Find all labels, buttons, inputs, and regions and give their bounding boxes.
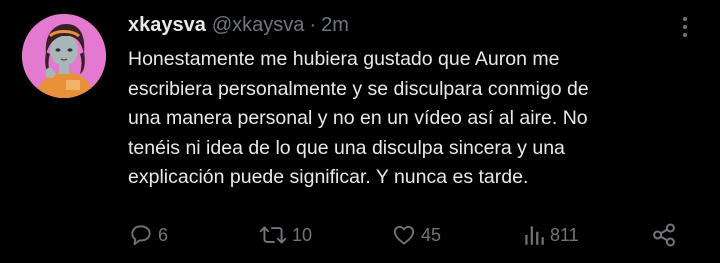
avatar-illustration bbox=[22, 14, 106, 98]
tweet-header: xkaysva @xkaysva · 2m bbox=[128, 12, 688, 38]
more-icon[interactable] bbox=[677, 14, 693, 40]
tweet-text: Honestamente me hubiera gustado que Auro… bbox=[128, 45, 688, 193]
reply-icon bbox=[131, 225, 151, 246]
display-name[interactable]: xkaysva bbox=[128, 12, 206, 38]
tweet-content: xkaysva @xkaysva · 2m Honestamente me hu… bbox=[128, 12, 688, 193]
retweet-count: 10 bbox=[292, 224, 313, 245]
tweet-text-line: tenéis ni idea de lo que una disculpa si… bbox=[128, 136, 565, 159]
user-handle[interactable]: @xkaysva bbox=[212, 12, 305, 38]
reply-count: 6 bbox=[158, 224, 169, 245]
like-count: 45 bbox=[421, 224, 442, 245]
tweet-text-line: explicación puede significar. Y nunca es… bbox=[128, 166, 529, 189]
header-separator: · bbox=[309, 14, 317, 36]
avatar[interactable] bbox=[22, 14, 106, 98]
share-button[interactable] bbox=[650, 218, 678, 252]
tweet[interactable]: xkaysva @xkaysva · 2m Honestamente me hu… bbox=[0, 0, 720, 263]
tweet-text-line: Honestamente me hubiera gustado que Auro… bbox=[128, 48, 560, 70]
more-dot bbox=[683, 25, 687, 29]
retweet-icon bbox=[259, 226, 287, 244]
views-count: 811 bbox=[550, 224, 579, 245]
timestamp[interactable]: 2m bbox=[321, 12, 349, 38]
heart-icon bbox=[393, 225, 415, 245]
tweet-actions: 6 10 45 811 bbox=[128, 218, 688, 252]
tweet-text-line: una manera personal y no en un vídeo así… bbox=[128, 107, 588, 130]
views-icon bbox=[525, 226, 544, 245]
tweet-text-line: escribiera personalmente y se disculpara… bbox=[128, 77, 589, 100]
retweet-button[interactable]: 10 bbox=[258, 218, 312, 252]
reply-button[interactable]: 6 bbox=[128, 218, 168, 252]
more-dot bbox=[683, 17, 687, 21]
more-dot bbox=[683, 33, 687, 37]
like-button[interactable]: 45 bbox=[391, 218, 441, 252]
views-button[interactable]: 811 bbox=[522, 218, 579, 252]
share-icon bbox=[653, 223, 675, 247]
